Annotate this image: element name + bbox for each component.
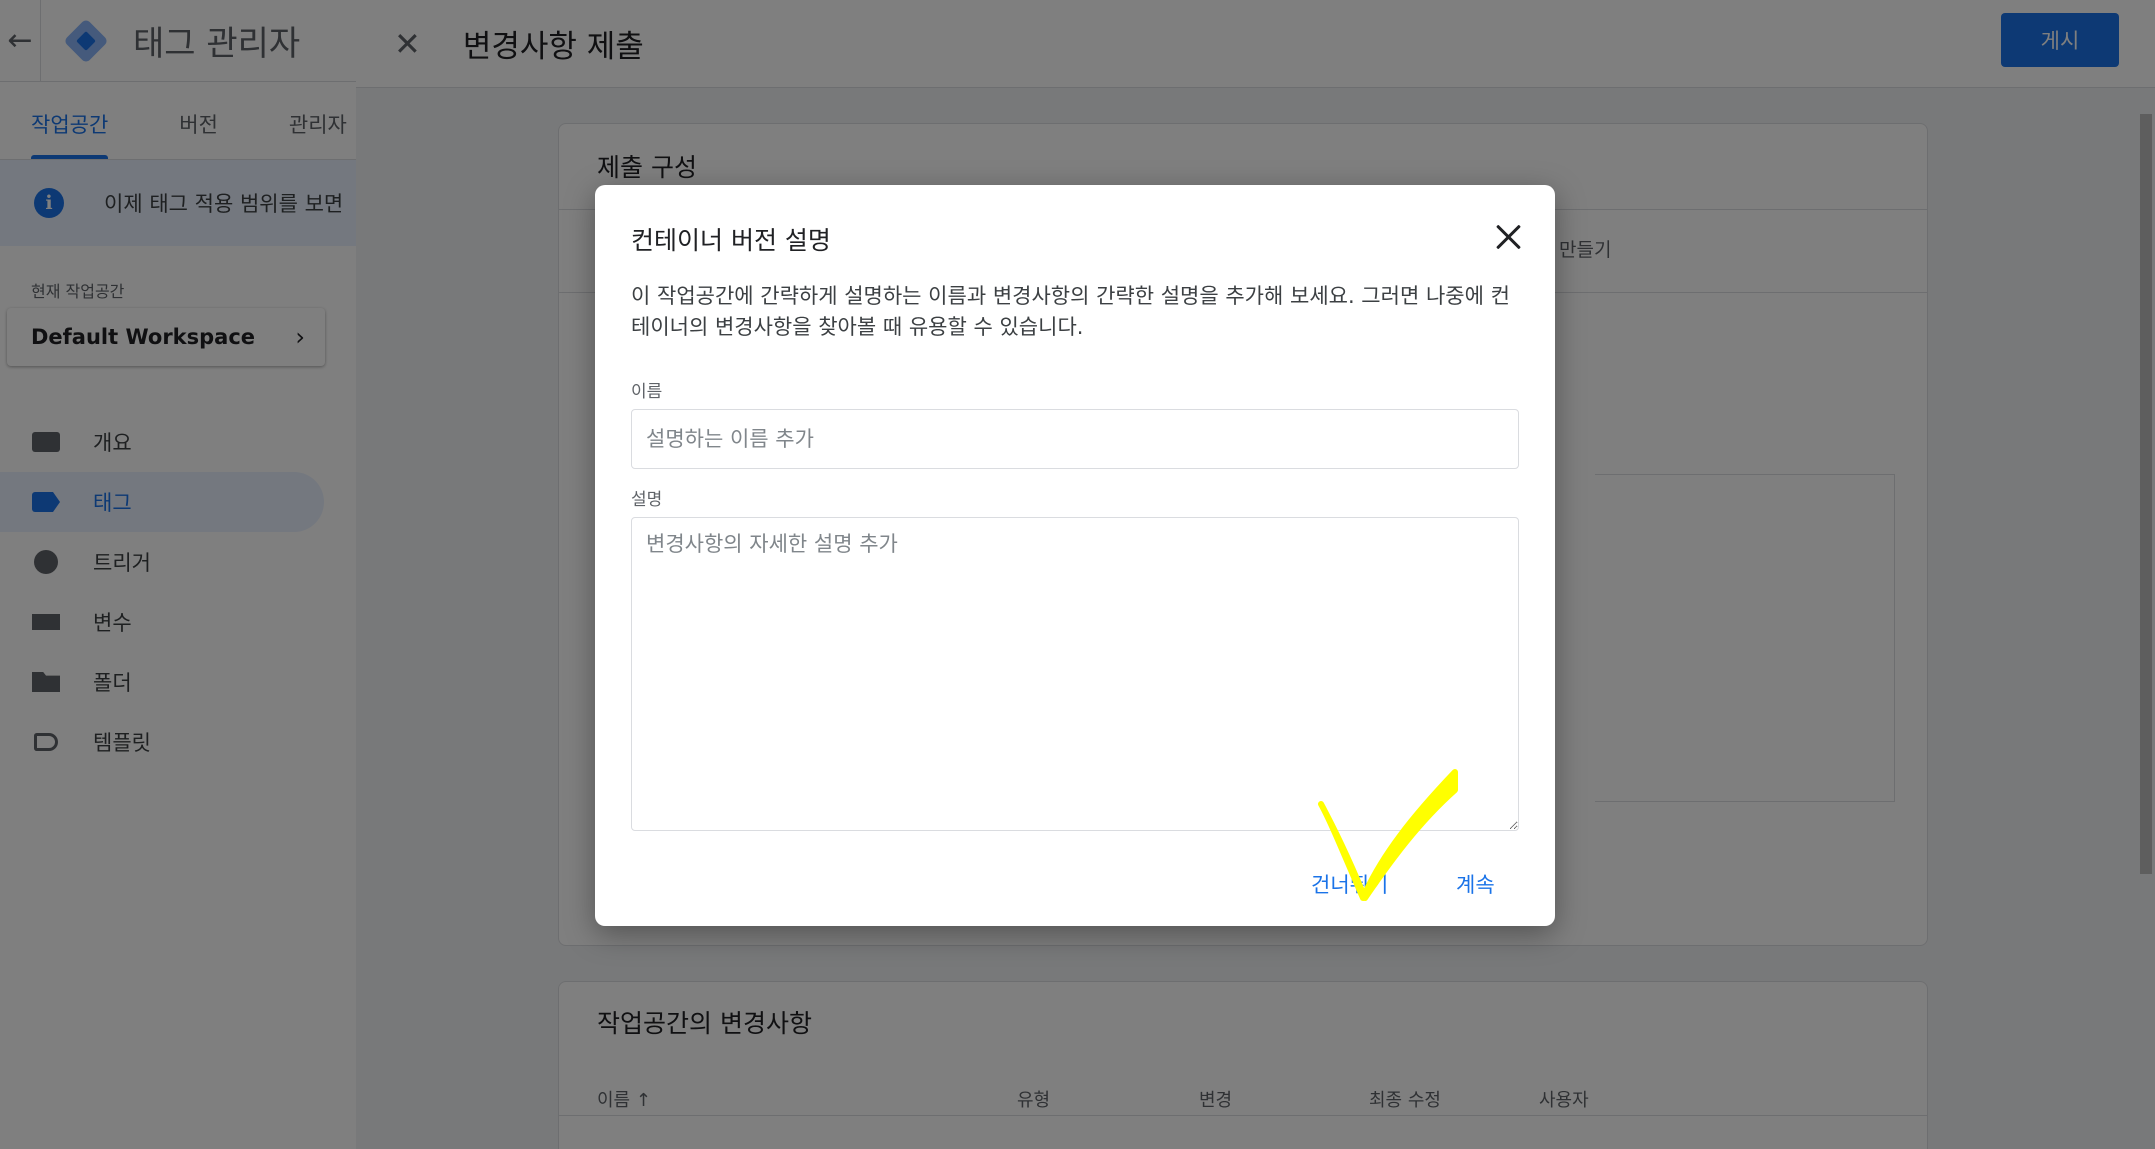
skip-button[interactable]: 건너뛰기 bbox=[1311, 869, 1388, 899]
dialog-description: 이 작업공간에 간략하게 설명하는 이름과 변경사항의 간략한 설명을 추가해 … bbox=[631, 284, 1510, 339]
version-name-input[interactable] bbox=[631, 409, 1519, 469]
version-description-textarea[interactable] bbox=[631, 517, 1519, 831]
close-icon[interactable] bbox=[1487, 217, 1531, 261]
description-label: 설명 bbox=[631, 490, 663, 510]
name-label: 이름 bbox=[631, 382, 663, 402]
version-description-dialog: 컨테이너 버전 설명 이 작업공간에 간략하게 설명하는 이름과 변경사항의 간… bbox=[595, 185, 1555, 926]
continue-button[interactable]: 계속 bbox=[1456, 869, 1495, 899]
dialog-title: 컨테이너 버전 설명 bbox=[631, 226, 831, 255]
